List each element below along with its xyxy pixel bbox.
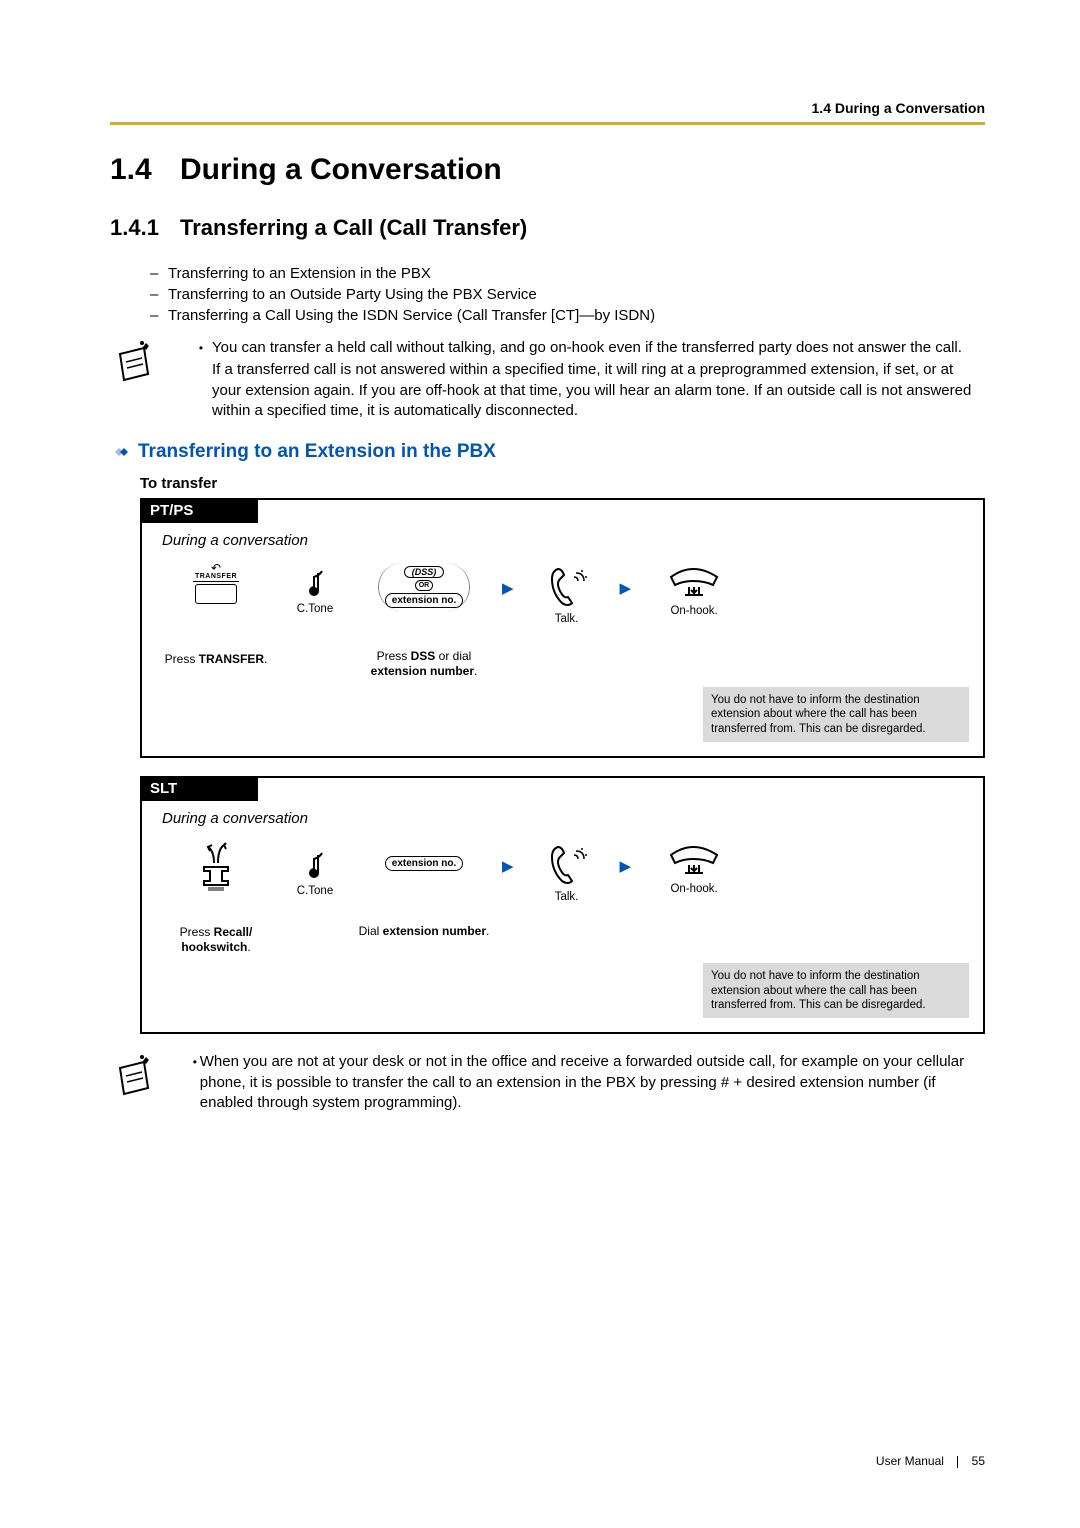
onhook-label: On-hook.	[670, 883, 717, 895]
list-item-text: Transferring to an Extension in the PBX	[168, 265, 431, 282]
step-caption-bold: TRANSFER	[199, 652, 264, 666]
arrow-icon: ▶	[502, 841, 514, 875]
section-text: During a Conversation	[180, 153, 502, 186]
topic-list: –Transferring to an Extension in the PBX…	[150, 265, 985, 324]
music-note-icon	[304, 569, 326, 599]
transfer-key-label: TRANSFER	[193, 573, 239, 582]
footer-manual-label: User Manual	[876, 1454, 944, 1468]
note-icon	[110, 338, 190, 421]
grey-info-box: You do not have to inform the destinatio…	[703, 963, 969, 1018]
header-rule	[110, 122, 985, 125]
step-caption-bold: Recall/	[214, 925, 253, 939]
context-label: During a conversation	[162, 532, 969, 549]
transfer-arc-icon: ↶	[211, 563, 221, 573]
ctone-label: C.Tone	[297, 603, 333, 615]
footer-page-number: 55	[972, 1454, 985, 1468]
step-caption: .	[474, 664, 477, 678]
note-icon	[110, 1052, 190, 1115]
arrow-icon: ▶	[620, 563, 632, 597]
hookswitch-icon	[194, 841, 238, 893]
step-caption-bold: hookswitch	[181, 940, 247, 954]
procedure-tab: SLT	[140, 776, 258, 801]
grey-info-box: You do not have to inform the destinatio…	[703, 687, 969, 742]
arrow-icon: ▶	[502, 563, 514, 597]
note-bullet-text: When you are not at your desk or not in …	[200, 1052, 985, 1113]
list-item: –Transferring to an Extension in the PBX	[150, 265, 985, 282]
music-note-icon	[304, 851, 326, 881]
step-caption: or dial	[435, 649, 471, 663]
step-caption-bold: DSS	[411, 649, 436, 663]
talk-handset-icon	[544, 841, 590, 887]
talk-label: Talk.	[555, 613, 579, 625]
procedure-tab: PT/PS	[140, 498, 258, 523]
step-caption-bold: extension number	[383, 924, 486, 938]
extension-no-label: extension no.	[385, 856, 463, 871]
subsection-title: 1.4.1Transferring a Call (Call Transfer)	[110, 215, 985, 241]
procedure-box-ptps: PT/PS During a conversation ↶ TRANSFER P…	[140, 498, 985, 758]
arrow-icon: ▶	[620, 841, 632, 875]
note-block: •When you are not at your desk or not in…	[110, 1052, 985, 1115]
context-label: During a conversation	[162, 810, 969, 827]
step-caption: Press	[165, 652, 199, 666]
dss-option-group: (DSS) OR extension no.	[378, 563, 470, 611]
running-header: 1.4 During a Conversation	[110, 100, 985, 116]
procedure-box-slt: SLT During a conversation Press Recall/h…	[140, 776, 985, 1034]
procedure-heading: Transferring to an Extension in the PBX	[138, 441, 496, 463]
ctone-label: C.Tone	[297, 885, 333, 897]
note-block: •You can transfer a held call without ta…	[110, 338, 985, 421]
step-caption: Press	[377, 649, 411, 663]
list-item: –Transferring to an Outside Party Using …	[150, 286, 985, 303]
list-item: –Transferring a Call Using the ISDN Serv…	[150, 307, 985, 324]
onhook-label: On-hook.	[670, 605, 717, 617]
diamond-icon	[110, 444, 132, 460]
section-number: 1.4	[110, 153, 180, 187]
list-item-text: Transferring to an Outside Party Using t…	[168, 286, 537, 303]
step-caption: Press	[180, 925, 214, 939]
or-label: OR	[415, 580, 434, 591]
step-caption: Dial	[359, 924, 383, 938]
procedure-heading-row: Transferring to an Extension in the PBX	[110, 441, 985, 463]
talk-handset-icon	[544, 563, 590, 609]
step-caption: .	[247, 940, 250, 954]
step-caption-bold: extension number	[371, 664, 474, 678]
subsection-text: Transferring a Call (Call Transfer)	[180, 215, 527, 240]
extension-no-label: extension no.	[385, 593, 463, 608]
step-caption: .	[486, 924, 489, 938]
dss-label: (DSS)	[404, 566, 445, 578]
transfer-key-icon	[195, 584, 237, 604]
onhook-handset-icon	[665, 563, 723, 601]
to-transfer-label: To transfer	[140, 475, 985, 492]
talk-label: Talk.	[555, 891, 579, 903]
note-bullet-text: You can transfer a held call without tal…	[212, 338, 962, 358]
page-footer: User Manual 55	[876, 1454, 985, 1468]
list-item-text: Transferring a Call Using the ISDN Servi…	[168, 307, 655, 324]
subsection-number: 1.4.1	[110, 215, 180, 241]
note-paragraph: If a transferred call is not answered wi…	[190, 360, 985, 421]
onhook-handset-icon	[665, 841, 723, 879]
step-caption: .	[264, 652, 267, 666]
section-title: 1.4During a Conversation	[110, 153, 985, 187]
